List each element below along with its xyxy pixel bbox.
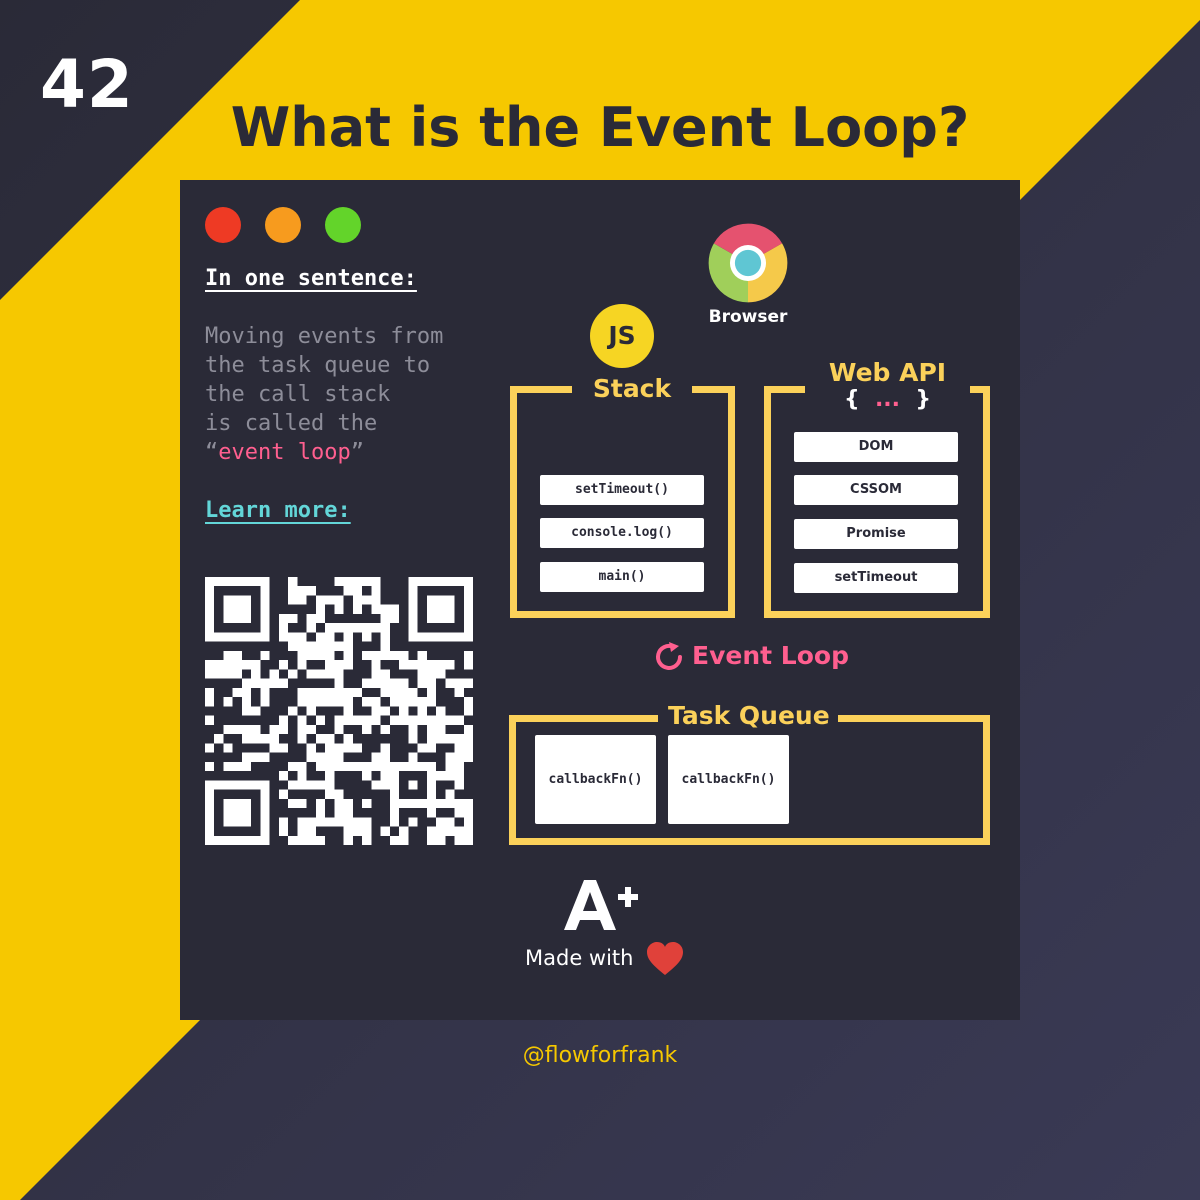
chrome-icon	[708, 223, 788, 303]
sentence-line: “event loop”	[205, 438, 443, 467]
task-queue-label: Task Queue	[658, 701, 838, 730]
browser-label: Browser	[708, 307, 788, 327]
stack-label: Stack	[572, 374, 692, 403]
window-dot-red[interactable]	[205, 207, 241, 243]
quote-open: “	[205, 440, 219, 465]
web-api-label: Web API { ... }	[805, 358, 970, 413]
sentence-line: is called the	[205, 411, 378, 436]
sentence-line: Moving events from	[205, 324, 444, 349]
ellipsis: ...	[874, 387, 901, 412]
refresh-icon	[656, 642, 682, 670]
web-api-item: setTimeout	[794, 563, 958, 593]
web-api-item: DOM	[794, 432, 958, 462]
event-loop-highlight: event loop	[218, 440, 351, 465]
learn-more-link[interactable]: Learn more:	[205, 498, 351, 523]
sentence-line: the task queue to	[205, 353, 431, 378]
web-api-braces: { ... }	[815, 387, 960, 413]
event-loop: Event Loop	[652, 640, 849, 674]
author-handle[interactable]: @flowforfrank	[0, 1043, 1200, 1068]
stack-item: console.log()	[540, 518, 704, 548]
web-api-item: CSSOM	[794, 475, 958, 505]
made-with-text: Made with	[525, 946, 634, 970]
intro-sentence: Moving events from the task queue to the…	[205, 322, 443, 467]
event-loop-label: Event Loop	[692, 641, 849, 670]
task-queue-item: callbackFn()	[668, 735, 789, 824]
quote-close: ”	[350, 440, 364, 465]
task-queue-item: callbackFn()	[535, 735, 656, 824]
stack-item: setTimeout()	[540, 475, 704, 505]
brace-open: {	[843, 387, 860, 412]
web-api-title: Web API	[828, 358, 947, 387]
window-dot-orange[interactable]	[265, 207, 301, 243]
qr-code[interactable]	[205, 577, 473, 845]
heart-icon	[647, 942, 684, 975]
sentence-line: the call stack	[205, 382, 391, 407]
js-badge: JS	[590, 304, 654, 368]
stack-item: main()	[540, 562, 704, 592]
page-title: What is the Event Loop?	[230, 96, 970, 159]
web-api-item: Promise	[794, 519, 958, 549]
made-with: Made with	[525, 942, 684, 976]
window-dot-green[interactable]	[325, 207, 361, 243]
brace-close: }	[915, 387, 932, 412]
code-window: In one sentence: Moving events from the …	[180, 180, 1020, 1020]
intro-heading: In one sentence:	[205, 266, 417, 291]
logo	[564, 880, 638, 930]
